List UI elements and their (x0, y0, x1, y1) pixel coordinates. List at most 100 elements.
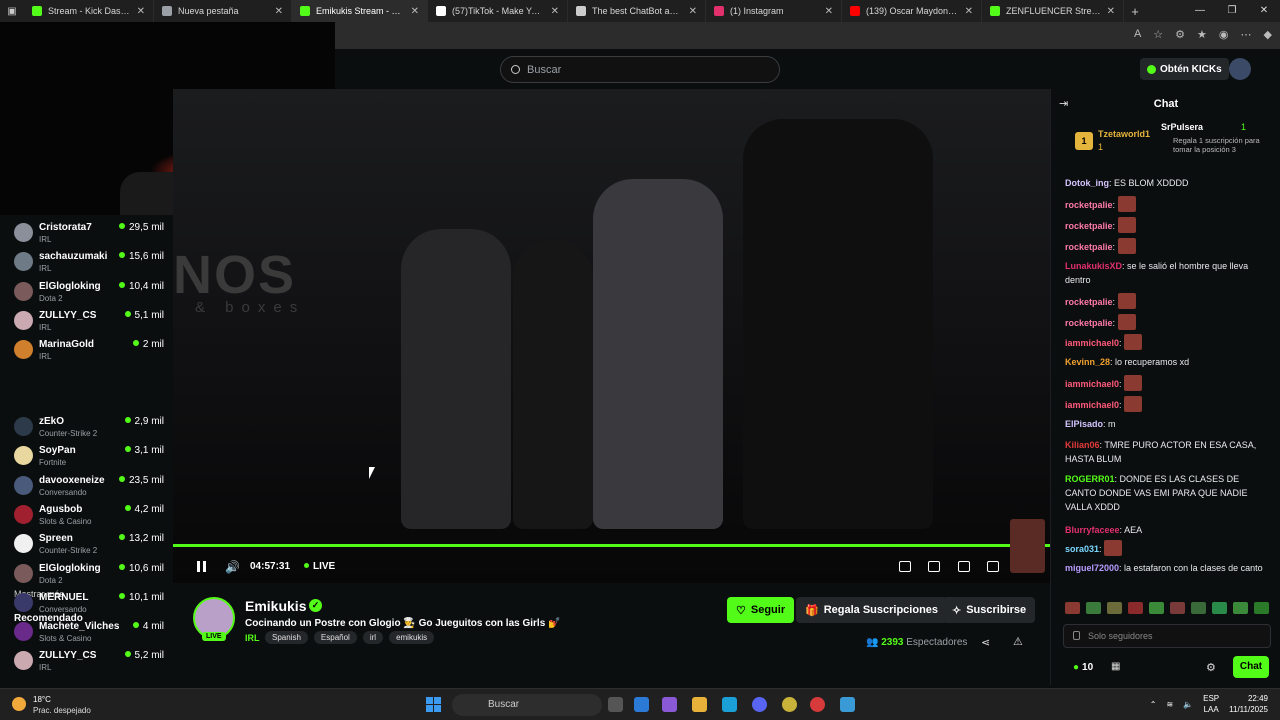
chat-username[interactable]: rocketpalie (1065, 318, 1113, 328)
emote-icon[interactable] (1233, 602, 1248, 614)
chat-username[interactable]: ROGERR01 (1065, 474, 1115, 484)
browser-tab[interactable]: The best ChatBot and Widg ✕ (568, 0, 706, 22)
video-progress-bar[interactable] (173, 544, 1050, 547)
wifi-icon[interactable]: ≋ (1166, 700, 1173, 709)
pip-icon[interactable] (899, 561, 911, 572)
file-explorer-icon[interactable] (692, 697, 707, 712)
chat-username[interactable]: Dotok_ing (1065, 178, 1109, 188)
gift-chest-icon[interactable]: ▦ (1111, 661, 1120, 672)
clip-icon[interactable] (928, 561, 940, 572)
app-icon[interactable] (840, 697, 855, 712)
pause-button[interactable] (195, 560, 209, 574)
maximize-icon[interactable]: ❐ (1216, 0, 1248, 22)
emote-icon[interactable] (1107, 602, 1122, 614)
copilot-icon[interactable]: ◆ (1264, 28, 1272, 41)
search-input[interactable]: Buscar (500, 56, 780, 83)
user-avatar[interactable] (1229, 58, 1251, 80)
clock[interactable]: 22:49 11/11/2025 (1229, 693, 1268, 715)
emote-icon[interactable] (1254, 602, 1269, 614)
store-icon[interactable] (634, 697, 649, 712)
gifter-name[interactable]: SrPulsera (1161, 122, 1203, 132)
browser-tab[interactable]: (139) Oscar Maydon x Fue ✕ (842, 0, 982, 22)
profile-icon[interactable]: ◉ (1219, 28, 1229, 41)
tab-close-icon[interactable]: ✕ (551, 6, 559, 17)
channel-row[interactable]: MERNUEL Conversando 10,1 mil (14, 590, 164, 616)
chat-username[interactable]: sora031 (1065, 544, 1099, 554)
channel-row[interactable]: ElGlogloking Dota 2 10,4 mil (14, 279, 164, 305)
video-player[interactable]: NOS & boxes 🔊 04:57:31 LIVE (173, 89, 1050, 583)
channel-row[interactable]: ElGlogloking Dota 2 10,6 mil (14, 561, 164, 587)
channel-row[interactable]: SoyPan Fortnite 3,1 mil (14, 443, 164, 469)
chat-username[interactable]: Kilian06 (1065, 440, 1100, 450)
discord-icon[interactable] (752, 697, 767, 712)
chat-username[interactable]: rocketpalie (1065, 200, 1113, 210)
send-chat-button[interactable]: Chat (1233, 656, 1269, 678)
chat-username[interactable]: Blurryfaceee (1065, 525, 1120, 535)
more-menu-icon[interactable]: ⋯ (1241, 28, 1252, 41)
tab-close-icon[interactable]: ✕ (411, 6, 419, 17)
taskbar-search[interactable]: Buscar (452, 694, 602, 716)
emote-icon[interactable] (1065, 602, 1080, 614)
start-button[interactable] (426, 697, 441, 712)
channel-row[interactable]: Agusbob Slots & Casino 4,2 mil (14, 502, 164, 528)
browser-tab[interactable]: Emikukis Stream - Wat ✕ (292, 0, 428, 22)
emote-icon[interactable] (1212, 602, 1227, 614)
channel-row[interactable]: sachauzumaki IRL 15,6 mil (14, 249, 164, 275)
minimize-icon[interactable]: — (1184, 0, 1216, 22)
volume-icon[interactable]: 🔊 (225, 560, 240, 574)
chat-username[interactable]: Kevinn_28 (1065, 357, 1110, 367)
copilot-app-icon[interactable] (662, 697, 677, 712)
chat-username[interactable]: iammichael0 (1065, 338, 1119, 348)
chrome-icon[interactable] (782, 697, 797, 712)
favorite-star-icon[interactable]: ☆ (1153, 28, 1163, 41)
chat-username[interactable]: rocketpalie (1065, 221, 1113, 231)
channel-row[interactable]: ZULLYY_CS IRL 5,1 mil (14, 308, 164, 334)
channel-points[interactable]: 10 (1073, 662, 1093, 673)
chat-username[interactable]: rocketpalie (1065, 297, 1113, 307)
stream-tag[interactable]: emikukis (389, 631, 435, 644)
stream-tag[interactable]: Spanish (265, 631, 308, 644)
chat-username[interactable]: iammichael0 (1065, 379, 1119, 389)
tab-close-icon[interactable]: ✕ (137, 6, 145, 17)
follow-button[interactable]: ♡ Seguir (727, 597, 795, 623)
browser-tab[interactable]: Stream - Kick Dashboard ✕ (24, 0, 154, 22)
channel-row[interactable]: Spreen Counter-Strike 2 13,2 mil (14, 531, 164, 557)
extensions-icon[interactable]: ⚙ (1175, 28, 1185, 41)
top-gifter-name[interactable]: Tzetaworld1 (1098, 129, 1150, 139)
emote-icon[interactable] (1149, 602, 1164, 614)
emote-icon[interactable] (1191, 602, 1206, 614)
channel-row[interactable]: zEkO Counter-Strike 2 2,9 mil (14, 414, 164, 440)
browser-tab[interactable]: Nueva pestaña ✕ (154, 0, 292, 22)
tab-close-icon[interactable]: ✕ (1107, 6, 1115, 17)
get-kicks-button[interactable]: Obtén KICKs (1140, 58, 1229, 80)
tab-close-icon[interactable]: ✕ (275, 6, 283, 17)
favorites-icon[interactable]: ★ (1197, 28, 1207, 41)
emote-icon[interactable] (1086, 602, 1101, 614)
channel-row[interactable]: ZULLYY_CS IRL 5,2 mil (14, 648, 164, 674)
channel-row[interactable]: Machete_Vilches Slots & Casino 4 mil (14, 619, 164, 645)
theater-mode-icon[interactable] (958, 561, 970, 572)
tab-close-icon[interactable]: ✕ (825, 6, 833, 17)
close-window-icon[interactable]: ✕ (1248, 0, 1280, 22)
chat-username[interactable]: miguel72000 (1065, 563, 1119, 573)
tab-close-icon[interactable]: ✕ (689, 6, 697, 17)
stream-tag[interactable]: irl (362, 631, 384, 644)
speaker-icon[interactable]: 🔈 (1183, 700, 1193, 709)
channel-row[interactable]: davooxeneize Conversando 23,5 mil (14, 473, 164, 499)
gift-subs-button[interactable]: 🎁 Regala Suscripciones (796, 597, 948, 623)
chat-settings-icon[interactable]: ⚙ (1206, 661, 1216, 674)
tab-close-icon[interactable]: ✕ (965, 6, 973, 17)
tray-chevron-icon[interactable]: ⌃ (1150, 700, 1157, 709)
edge-icon[interactable] (722, 697, 737, 712)
chat-input[interactable]: Solo seguidores (1063, 624, 1271, 648)
stream-category[interactable]: IRL (245, 633, 260, 643)
report-icon[interactable]: ⚠ (1013, 635, 1023, 648)
new-tab-button[interactable]: + (1124, 4, 1146, 19)
obs-icon[interactable] (810, 697, 825, 712)
fullscreen-icon[interactable] (987, 561, 999, 572)
read-aloud-icon[interactable]: A (1134, 28, 1141, 41)
subscribe-button[interactable]: ✧ Suscribirse (943, 597, 1036, 623)
browser-tab[interactable]: (57)TikTok - Make Your Day ✕ (428, 0, 568, 22)
channel-row[interactable]: Cristorata7 IRL 29,5 mil (14, 220, 164, 246)
emote-icon[interactable] (1128, 602, 1143, 614)
